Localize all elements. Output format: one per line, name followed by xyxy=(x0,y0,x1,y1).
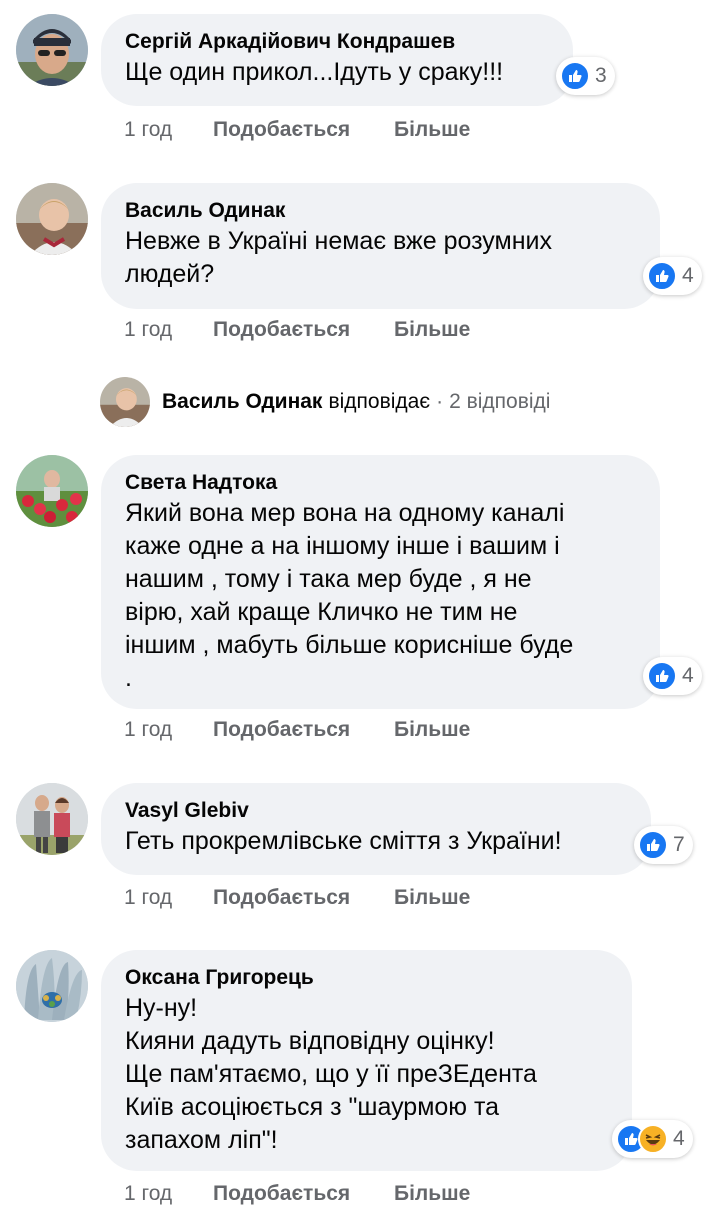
comment-text: Ще один прикол...Ідуть у сраку!!! xyxy=(125,58,504,86)
thumbs-up-icon xyxy=(647,661,677,691)
comment-bubble: Света Надтока Який вона мер вона на одно… xyxy=(101,455,660,709)
avatar[interactable] xyxy=(16,455,88,527)
view-replies-link[interactable]: Василь Одинак відповідає · 2 відповіді xyxy=(100,376,550,428)
like-button[interactable]: Подобається xyxy=(213,886,394,910)
more-button[interactable]: Більше xyxy=(394,118,470,142)
comment-actions: 1 год Подобається Більше xyxy=(124,118,470,142)
comment-time[interactable]: 1 год xyxy=(124,1182,213,1206)
thumbs-up-icon xyxy=(647,261,677,291)
more-button[interactable]: Більше xyxy=(394,718,470,742)
reply-avatar xyxy=(100,377,150,427)
avatar[interactable] xyxy=(16,783,88,855)
reaction-summary[interactable]: 7 xyxy=(634,826,693,864)
comment-time[interactable]: 1 год xyxy=(124,886,213,910)
avatar-photo-child xyxy=(100,377,150,427)
like-button[interactable]: Подобається xyxy=(213,718,394,742)
laughing-face-icon xyxy=(638,1124,668,1154)
comment-bubble: Оксана Григорець Ну-ну! Кияни дадуть від… xyxy=(101,950,632,1171)
like-button[interactable]: Подобається xyxy=(213,318,394,342)
avatar-photo-tulips xyxy=(16,455,88,527)
comment-text: Ну-ну! Кияни дадуть відповідну оцінку! Щ… xyxy=(125,994,537,1154)
comment-time[interactable]: 1 год xyxy=(124,318,213,342)
comment-actions: 1 год Подобається Більше xyxy=(124,718,470,742)
avatar[interactable] xyxy=(16,950,88,1022)
thumbs-up-icon xyxy=(560,61,590,91)
comment-actions: 1 год Подобається Більше xyxy=(124,886,470,910)
more-button[interactable]: Більше xyxy=(394,1182,470,1206)
reaction-count: 4 xyxy=(682,664,694,687)
comment-author[interactable]: Света Надтока xyxy=(125,469,636,497)
comment-actions: 1 год Подобається Більше xyxy=(124,318,470,342)
comment-time[interactable]: 1 год xyxy=(124,718,213,742)
thumbs-up-icon xyxy=(638,830,668,860)
reaction-count: 3 xyxy=(595,64,607,87)
avatar-photo-peacock xyxy=(16,950,88,1022)
reaction-summary[interactable]: 4 xyxy=(612,1120,693,1158)
avatar[interactable] xyxy=(16,14,88,86)
reaction-count: 4 xyxy=(682,264,694,287)
comment-text: Геть прокремлівське сміття з України! xyxy=(125,827,562,855)
more-button[interactable]: Більше xyxy=(394,886,470,910)
avatar-photo-child xyxy=(16,183,88,255)
comment-author[interactable]: Vasyl Glebiv xyxy=(125,797,627,825)
avatar-photo-man-cap xyxy=(16,14,88,86)
comment-time[interactable]: 1 год xyxy=(124,118,213,142)
comment-bubble: Vasyl Glebiv Геть прокремлівське сміття … xyxy=(101,783,651,875)
reaction-count: 4 xyxy=(673,1127,685,1150)
like-button[interactable]: Подобається xyxy=(213,1182,394,1206)
reaction-summary[interactable]: 3 xyxy=(556,57,615,95)
comment-author[interactable]: Сергій Аркадійович Кондрашев xyxy=(125,28,549,56)
avatar-photo-couple xyxy=(16,783,88,855)
like-button[interactable]: Подобається xyxy=(213,118,394,142)
separator-dot: · xyxy=(436,390,444,413)
reply-verb: відповідає xyxy=(328,390,431,413)
comment-bubble: Сергій Аркадійович Кондрашев Ще один при… xyxy=(101,14,573,106)
reaction-summary[interactable]: 4 xyxy=(643,657,702,695)
more-button[interactable]: Більше xyxy=(394,318,470,342)
comment-author[interactable]: Оксана Григорець xyxy=(125,964,608,992)
reaction-count: 7 xyxy=(673,833,685,856)
comment-text: Невже в Україні немає вже розумних людей… xyxy=(125,227,552,288)
avatar[interactable] xyxy=(16,183,88,255)
comment-text: Який вона мер вона на одному каналі каже… xyxy=(125,499,574,692)
reaction-summary[interactable]: 4 xyxy=(643,257,702,295)
comment-actions: 1 год Подобається Більше xyxy=(124,1182,470,1206)
comment-author[interactable]: Василь Одинак xyxy=(125,197,636,225)
reply-author: Василь Одинак xyxy=(162,390,323,413)
comment-bubble: Василь Одинак Невже в Україні немає вже … xyxy=(101,183,660,309)
reply-count: 2 відповіді xyxy=(449,390,551,413)
